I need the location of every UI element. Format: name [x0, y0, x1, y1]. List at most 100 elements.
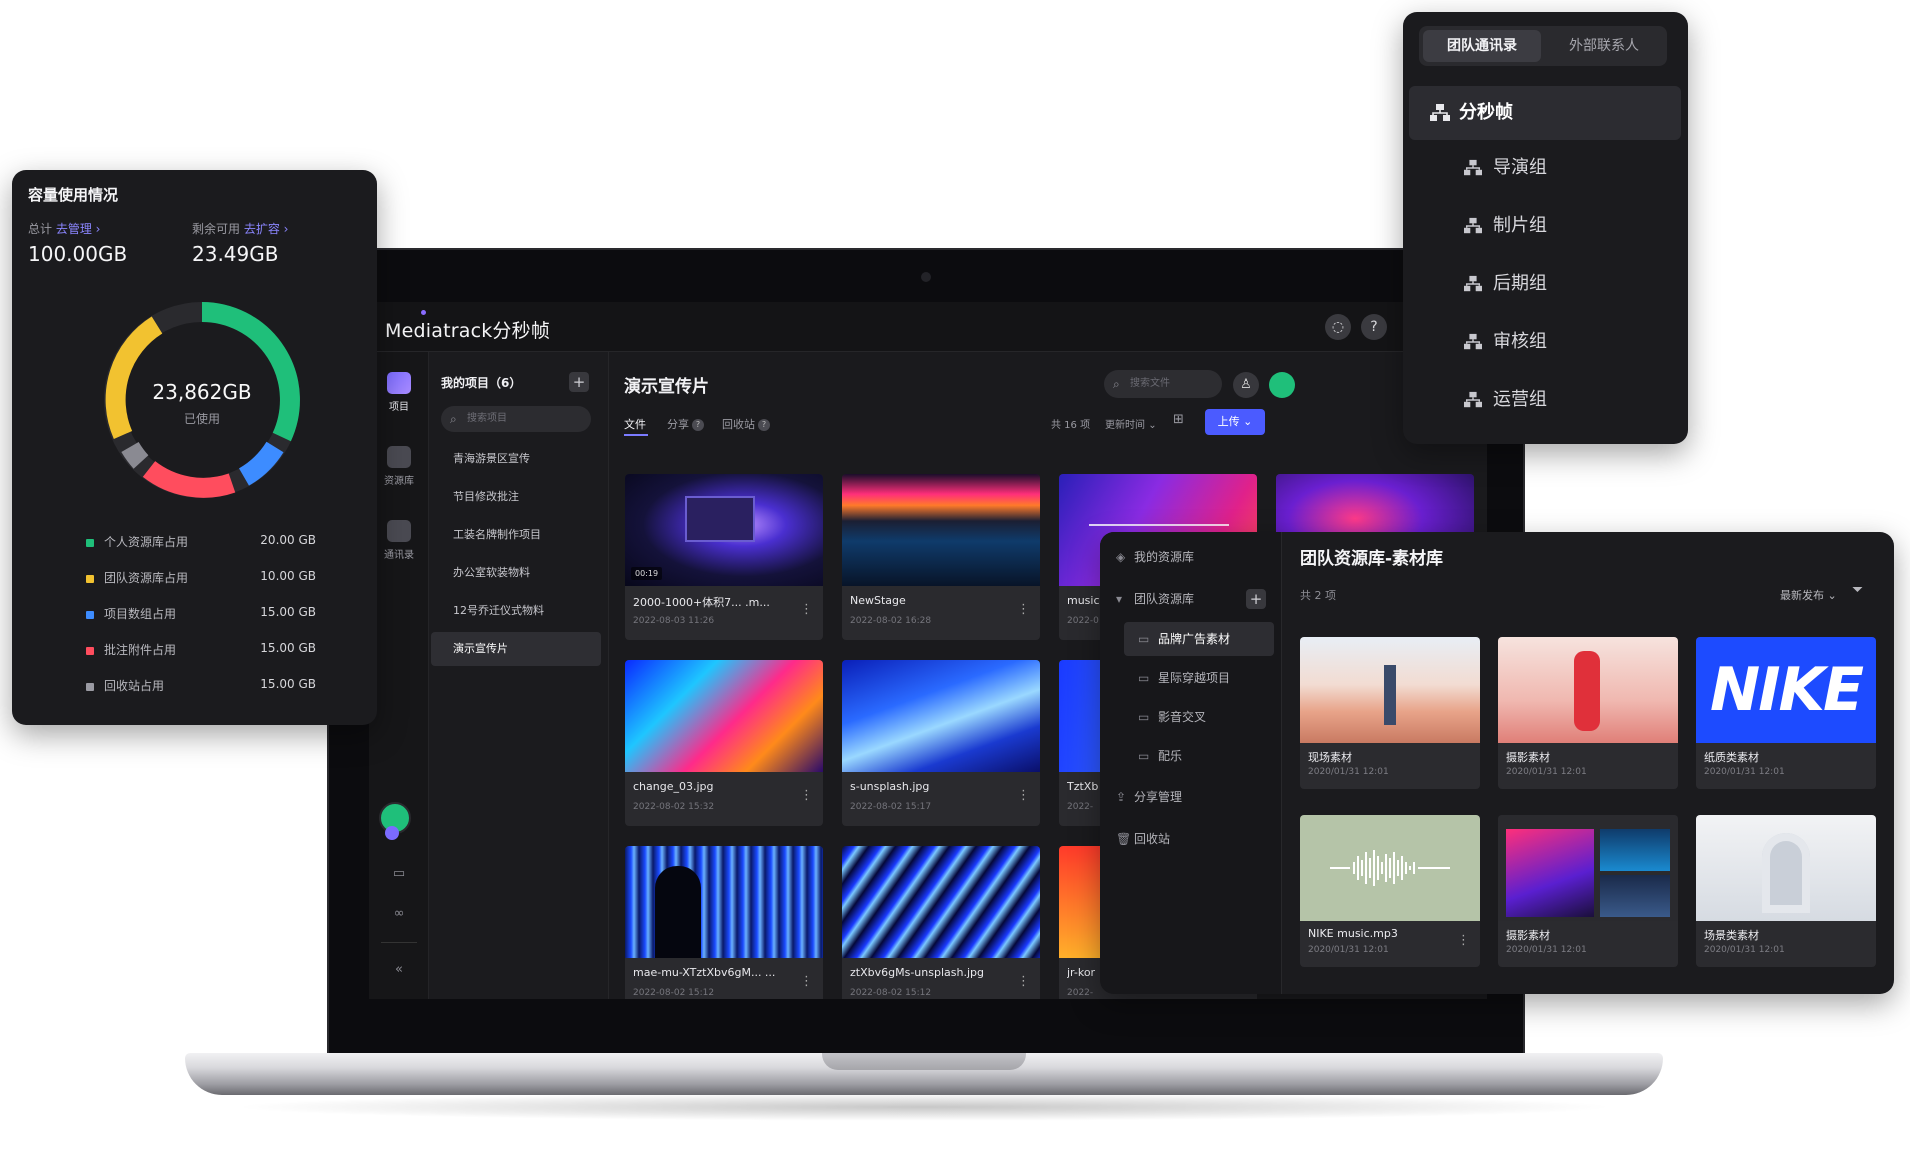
more-icon[interactable]: ⋮	[800, 974, 813, 989]
more-icon[interactable]: ⋮	[1017, 602, 1030, 617]
help-icon: ?	[758, 419, 770, 431]
legend-label: 回收站占用	[104, 679, 165, 693]
legend-value: 15.00 GB	[260, 605, 316, 619]
project-item[interactable]: 办公室软装物料	[431, 556, 601, 590]
nav-folder[interactable]: ▭ 星际穿越项目	[1124, 661, 1274, 695]
project-item[interactable]: 12号乔迁仪式物料	[431, 594, 601, 628]
duration-badge: 00:19	[631, 567, 663, 580]
file-search-placeholder: 搜索文件	[1130, 378, 1170, 389]
asset-card[interactable]: NIKE 纸质类素材 2020/01/31 12:01	[1696, 637, 1876, 789]
tab-share-label: 分享	[667, 418, 689, 431]
asset-card[interactable]: 摄影素材 2020/01/31 12:01	[1498, 637, 1678, 789]
rail-divider	[381, 942, 417, 943]
nav-folder[interactable]: ▭ 影音交叉	[1124, 700, 1274, 734]
project-item[interactable]: 青海游景区宣传	[431, 442, 601, 476]
monitor-shape	[685, 496, 755, 542]
asset-card[interactable]: NIKE music.mp3 2020/01/31 12:01 ⋮	[1300, 815, 1480, 967]
org-group-item[interactable]: 制片组	[1463, 210, 1547, 242]
asset-card[interactable]: 场景类素材 2020/01/31 12:01	[1696, 815, 1876, 967]
nav-folder[interactable]: ▭ 配乐	[1124, 739, 1274, 773]
search-icon: ⌕	[450, 412, 457, 426]
asset-name: 现场素材	[1308, 751, 1352, 764]
thumb-collage-right-bottom	[1600, 875, 1670, 917]
collapse-icon[interactable]: «	[387, 958, 411, 982]
capacity-panel: 容量使用情况 总计 去管理 › 剩余可用 去扩容 › 100.00GB 23.4…	[12, 170, 377, 725]
asset-date: 2020/01/31 12:01	[1704, 945, 1785, 955]
link-icon[interactable]: ∞	[387, 902, 411, 926]
help-icon[interactable]: ?	[1361, 314, 1387, 340]
file-search-input[interactable]: ⌕ 搜索文件	[1104, 370, 1222, 398]
asset-card[interactable]: 摄影素材 2020/01/31 12:01	[1498, 815, 1678, 967]
tab-files[interactable]: 文件	[624, 416, 646, 432]
asset-date: 2020/01/31 12:01	[1308, 767, 1389, 777]
legend-swatch	[86, 647, 94, 655]
legend-swatch	[86, 683, 94, 691]
org-group-item[interactable]: 后期组	[1463, 268, 1547, 300]
more-icon[interactable]: ⋮	[1017, 788, 1030, 803]
rail-label: 资源库	[384, 476, 414, 487]
laptop-shadow	[230, 1093, 1618, 1121]
tab-team-contacts[interactable]: 团队通讯录	[1423, 30, 1541, 62]
folder-icon: ▭	[1138, 710, 1150, 724]
search-icon: ⌕	[1113, 377, 1120, 391]
project-item-selected[interactable]: 演示宣传片	[431, 632, 601, 666]
contacts-tabs: 团队通讯录 外部联系人	[1419, 26, 1667, 66]
file-name: ztXbv6gMs-unsplash.jpg	[850, 966, 984, 979]
tab-external-contacts[interactable]: 外部联系人	[1545, 30, 1663, 62]
rail-item-contacts[interactable]: 通讯录	[377, 520, 421, 561]
brand-logo[interactable]: Mediatrack分秒帧	[385, 310, 550, 343]
folder-icon: ▭	[1138, 671, 1150, 685]
tab-share[interactable]: 分享?	[667, 416, 704, 432]
file-card[interactable]: mae-mu-XTztXbv6gM... ... 2022-08-02 15:1…	[625, 846, 823, 999]
more-icon[interactable]: ⋮	[800, 788, 813, 803]
sort-dropdown[interactable]: 更新时间 ⌄	[1105, 416, 1157, 431]
nav-folder-selected[interactable]: ▭ 品牌广告素材	[1124, 622, 1274, 656]
tab-trash[interactable]: 回收站?	[722, 416, 770, 432]
expand-link[interactable]: 去扩容 ›	[244, 222, 289, 236]
file-card[interactable]: s-unsplash.jpg 2022-08-02 15:17 ⋮	[842, 660, 1040, 826]
org-root[interactable]: 分秒帧	[1409, 86, 1681, 140]
rail-item-projects[interactable]: 项目	[377, 372, 421, 413]
nav-share-manage[interactable]: ⇪ 分享管理	[1112, 780, 1274, 814]
org-root-label: 分秒帧	[1459, 102, 1513, 123]
file-card[interactable]: change_03.jpg 2022-08-02 15:32 ⋮	[625, 660, 823, 826]
library-count: 共 2 项	[1300, 589, 1336, 602]
org-group-item[interactable]: 导演组	[1463, 152, 1547, 184]
manage-link[interactable]: 去管理 ›	[56, 222, 101, 236]
upload-button[interactable]: 上传 ⌄	[1205, 409, 1265, 435]
library-sort-dropdown[interactable]: 最新发布 ⌄	[1780, 587, 1837, 603]
add-project-button[interactable]: +	[569, 372, 589, 392]
file-card[interactable]: ztXbv6gMs-unsplash.jpg 2022-08-02 15:12 …	[842, 846, 1040, 999]
view-toggle-icon[interactable]: ⊞	[1173, 412, 1184, 427]
rail-item-library[interactable]: 资源库	[377, 446, 421, 487]
filter-icon[interactable]: ⏷	[1852, 582, 1872, 602]
more-icon[interactable]: ⋮	[800, 602, 813, 617]
more-icon[interactable]: ⋮	[1017, 974, 1030, 989]
tab-trash-label: 回收站	[722, 418, 755, 431]
grid-icon	[387, 372, 411, 394]
file-card[interactable]: NewStage 2022-08-02 16:28 ⋮	[842, 474, 1040, 640]
org-group-item[interactable]: 审核组	[1463, 326, 1547, 358]
file-card[interactable]: 00:19 2000-1000+体积7... .m... 2022-08-03 …	[625, 474, 823, 640]
nav-my-library[interactable]: ◈ 我的资源库	[1112, 540, 1274, 574]
org-group-item[interactable]: 运营组	[1463, 384, 1547, 416]
project-item[interactable]: 工装名牌制作项目	[431, 518, 601, 552]
silhouette-shape	[655, 866, 701, 958]
add-folder-button[interactable]: +	[1246, 589, 1266, 609]
project-search-input[interactable]: ⌕ 搜索项目	[441, 406, 591, 432]
asset-date: 2020/01/31 12:01	[1704, 767, 1785, 777]
legend-label: 批注附件占用	[104, 643, 177, 657]
add-member-button[interactable]: ♙	[1233, 372, 1259, 398]
asset-card[interactable]: 现场素材 2020/01/31 12:01	[1300, 637, 1480, 789]
project-panel-title: 我的项目（6）	[441, 376, 522, 390]
eye-off-icon[interactable]: ◌	[1325, 314, 1351, 340]
legend-value: 15.00 GB	[260, 677, 316, 691]
waveform-shape	[1089, 524, 1229, 526]
message-icon[interactable]: ▭	[387, 862, 411, 886]
nav-trash[interactable]: 🗑 回收站	[1112, 822, 1274, 856]
project-item[interactable]: 节目修改批注	[431, 480, 601, 514]
donut-segment-project	[238, 441, 284, 486]
more-icon[interactable]: ⋮	[1457, 933, 1470, 948]
contacts-icon	[387, 520, 411, 542]
member-avatar[interactable]	[1269, 372, 1295, 398]
